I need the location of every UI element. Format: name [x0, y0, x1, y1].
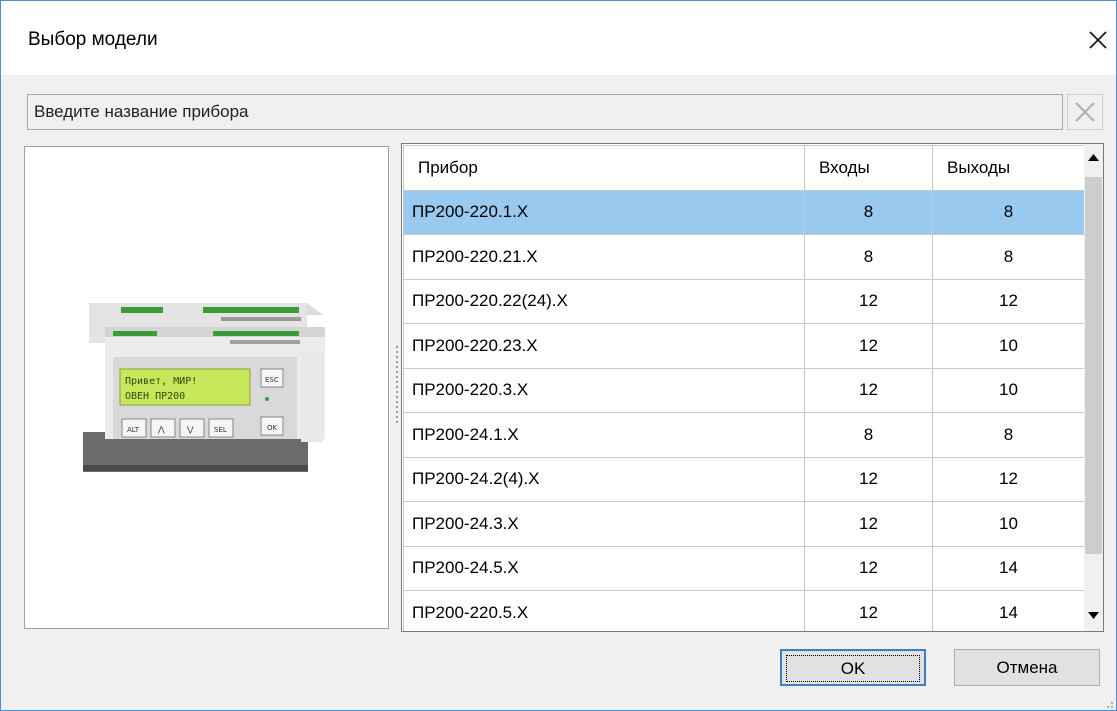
inputs-cell: 8 — [804, 412, 933, 458]
outputs-cell: 8 — [932, 234, 1085, 280]
outputs-cell: 8 — [932, 189, 1085, 235]
device-name-cell: ПР200-24.2(4).X — [403, 456, 805, 502]
outputs-cell: 12 — [932, 456, 1085, 502]
device-name-cell: ПР200-220.3.X — [403, 367, 805, 413]
device-name-cell: ПР200-220.1.X — [403, 189, 805, 235]
table-row[interactable]: ПР200-220.3.X 12 10 — [403, 367, 1085, 413]
up-key-label: ⋀ — [157, 425, 165, 434]
device-preview-panel: Привет, МИР! ОВЕН ПР200 ESC OK ALT ⋀ ⋁ S… — [24, 146, 389, 629]
table-header-row: Прибор Входы Выходы — [403, 145, 1085, 191]
close-icon[interactable] — [1083, 25, 1113, 55]
model-selection-dialog: Выбор модели Введите название прибора Пр… — [0, 0, 1117, 711]
inputs-cell: 12 — [804, 501, 933, 547]
outputs-cell: 10 — [932, 323, 1085, 369]
title-bar[interactable]: Выбор модели — [1, 1, 1116, 75]
inputs-cell: 12 — [804, 323, 933, 369]
inputs-cell: 12 — [804, 367, 933, 413]
down-key-label: ⋁ — [186, 425, 194, 434]
table-row[interactable]: ПР200-24.3.X 12 10 — [403, 501, 1085, 547]
outputs-cell: 10 — [932, 367, 1085, 413]
table-row[interactable]: ПР200-24.2(4).X 12 12 — [403, 456, 1085, 502]
column-header-inputs[interactable]: Входы — [804, 145, 933, 191]
table-row[interactable]: ПР200-220.23.X 12 10 — [403, 323, 1085, 369]
window-title: Выбор модели — [28, 29, 158, 50]
device-search-input[interactable] — [27, 94, 1063, 130]
device-name-cell: ПР200-24.1.X — [403, 412, 805, 458]
clear-icon — [1075, 102, 1095, 122]
device-name-cell: ПР200-220.23.X — [403, 323, 805, 369]
device-name-cell: ПР200-220.21.X — [403, 234, 805, 280]
table-row[interactable]: ПР200-220.22(24).X 12 12 — [403, 278, 1085, 324]
ok-button-label: OK — [786, 655, 920, 682]
scroll-down-icon[interactable] — [1086, 609, 1101, 621]
table-row[interactable]: ПР200-24.5.X 12 14 — [403, 545, 1085, 591]
lcd-line-1: Привет, МИР! — [125, 376, 197, 387]
inputs-cell: 8 — [804, 234, 933, 280]
vertical-scrollbar[interactable] — [1084, 144, 1103, 631]
device-name-cell: ПР200-24.3.X — [403, 501, 805, 547]
device-image: Привет, МИР! ОВЕН ПР200 ESC OK ALT ⋀ ⋁ S… — [83, 303, 325, 472]
outputs-cell: 14 — [932, 545, 1085, 591]
device-name-cell: ПР200-220.22(24).X — [403, 278, 805, 324]
outputs-cell: 14 — [932, 590, 1085, 631]
inputs-cell: 12 — [804, 590, 933, 631]
outputs-cell: 8 — [932, 412, 1085, 458]
table-row[interactable]: ПР200-24.1.X 8 8 — [403, 412, 1085, 458]
resize-grip-icon[interactable] — [1103, 698, 1115, 710]
scrollbar-thumb[interactable] — [1085, 177, 1102, 554]
table-row[interactable]: ПР200-220.21.X 8 8 — [403, 234, 1085, 280]
inputs-cell: 12 — [804, 545, 933, 591]
esc-key-label: ESC — [265, 376, 279, 384]
inputs-cell: 12 — [804, 456, 933, 502]
sel-key-label: SEL — [214, 426, 227, 434]
ok-button[interactable]: OK — [780, 649, 926, 686]
clear-search-button[interactable] — [1067, 94, 1103, 130]
cancel-button[interactable]: Отмена — [954, 649, 1100, 686]
ok-key-label: OK — [267, 424, 278, 432]
alt-key-label: ALT — [127, 426, 140, 434]
device-table-panel: Прибор Входы Выходы ПР200-220.1.X 8 8 ПР… — [401, 143, 1104, 632]
inputs-cell: 8 — [804, 189, 933, 235]
scroll-up-icon[interactable] — [1086, 152, 1101, 164]
table-row[interactable]: ПР200-220.5.X 12 14 — [403, 590, 1085, 631]
column-header-device[interactable]: Прибор — [403, 145, 805, 191]
lcd-line-2: ОВЕН ПР200 — [125, 391, 185, 402]
table-row[interactable]: ПР200-220.1.X 8 8 — [403, 189, 1085, 235]
outputs-cell: 12 — [932, 278, 1085, 324]
device-name-cell: ПР200-24.5.X — [403, 545, 805, 591]
device-name-cell: ПР200-220.5.X — [403, 590, 805, 631]
inputs-cell: 12 — [804, 278, 933, 324]
device-table: Прибор Входы Выходы ПР200-220.1.X 8 8 ПР… — [403, 145, 1085, 631]
column-header-outputs[interactable]: Выходы — [932, 145, 1085, 191]
outputs-cell: 10 — [932, 501, 1085, 547]
